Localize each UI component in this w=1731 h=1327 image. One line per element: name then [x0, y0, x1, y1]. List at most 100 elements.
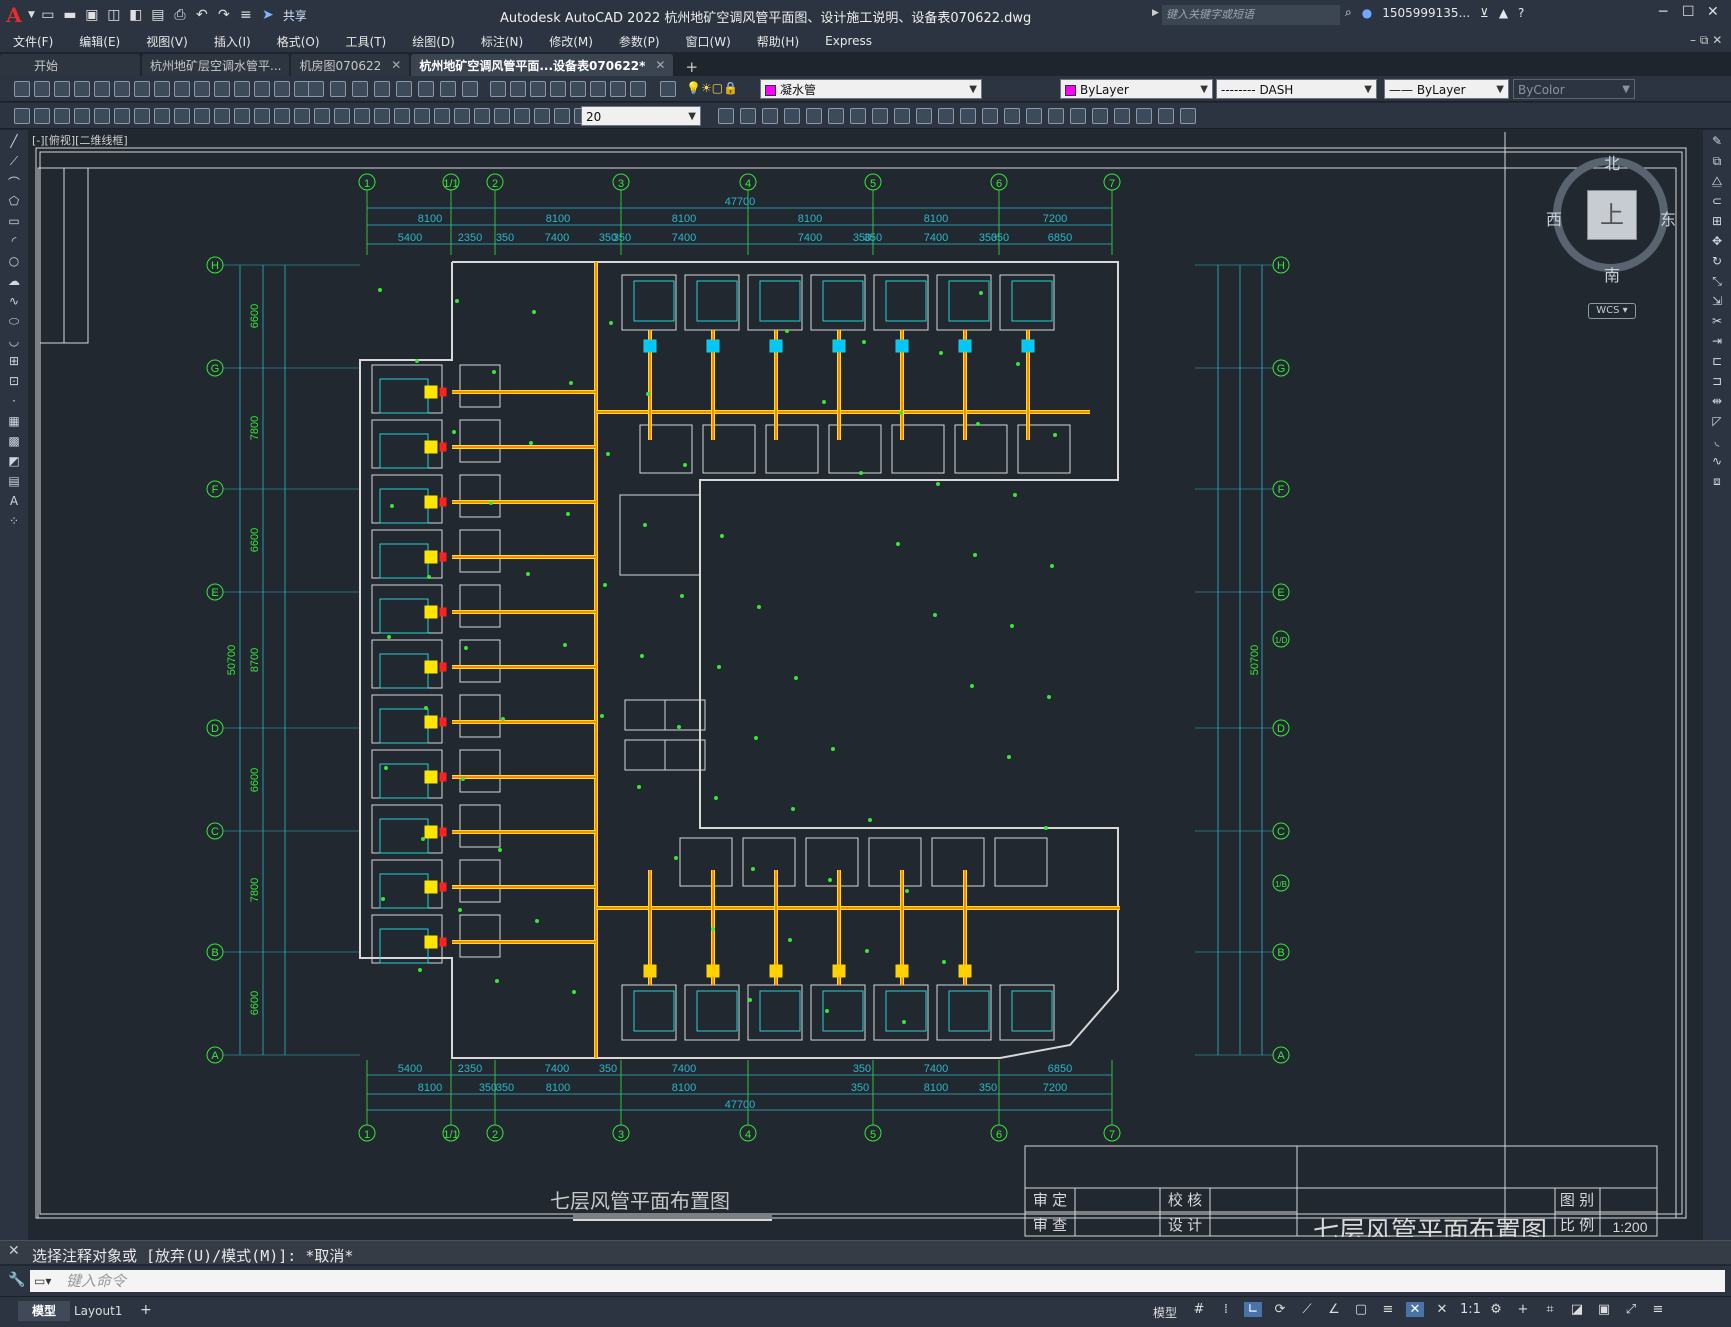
lineweight-dropdown[interactable]: —— ByLayer ▼: [1384, 79, 1509, 99]
line-icon[interactable]: ╱: [5, 134, 23, 150]
workspace-gear-icon[interactable]: ⚙: [1487, 1302, 1505, 1317]
dim-button-icon[interactable]: [554, 108, 570, 124]
standard-button-icon[interactable]: [610, 81, 626, 97]
drawing-svg[interactable]: 1 1 1/1 1/1 2 2 3 3 4 4 5 5 6 6 7 7 H H G G F F E E D D C C B B A A 1/D 1…: [28, 130, 1703, 1237]
dim-button-icon[interactable]: [850, 108, 866, 124]
cart-icon[interactable]: ⊻: [1480, 6, 1489, 20]
plotstyle-dropdown[interactable]: ByColor ▼: [1513, 79, 1635, 99]
osnap-icon[interactable]: ▢: [1352, 1302, 1370, 1317]
dim-button-icon[interactable]: [414, 108, 430, 124]
dim-button-icon[interactable]: [274, 108, 290, 124]
fillet-icon[interactable]: ◟: [1708, 434, 1726, 450]
break-icon[interactable]: ⊏: [1708, 354, 1726, 370]
ellipse-icon[interactable]: ⬭: [5, 314, 23, 330]
drawing-canvas[interactable]: 1 1 1/1 1/1 2 2 3 3 4 4 5 5 6 6 7 7 H H G G F F E E D D C C B B A A 1/D 1…: [28, 130, 1703, 1237]
standard-button-icon[interactable]: [274, 81, 290, 97]
expand-arrow-icon[interactable]: ▶: [1152, 8, 1159, 18]
dim-button-icon[interactable]: [718, 108, 734, 124]
insert-block-icon[interactable]: ⊞: [5, 354, 23, 370]
rectangle-icon[interactable]: ▭: [5, 214, 23, 230]
app-menu-arrow-icon[interactable]: ▼: [28, 10, 35, 20]
dim-button-icon[interactable]: [534, 108, 550, 124]
viewcube-west[interactable]: 西: [1546, 206, 1562, 230]
offset-icon[interactable]: ⊂: [1708, 194, 1726, 210]
standard-button-icon[interactable]: [590, 81, 606, 97]
standard-button-icon[interactable]: [352, 81, 368, 97]
move-icon[interactable]: ✥: [1708, 234, 1726, 250]
model-space-button[interactable]: 模型: [1153, 1304, 1177, 1321]
standard-button-icon[interactable]: [134, 81, 150, 97]
otrack-icon[interactable]: ∠: [1325, 1302, 1343, 1317]
dim-button-icon[interactable]: [894, 108, 910, 124]
dim-button-icon[interactable]: [434, 108, 450, 124]
dim-button-icon[interactable]: [806, 108, 822, 124]
standard-button-icon[interactable]: [330, 81, 346, 97]
dim-button-icon[interactable]: [94, 108, 110, 124]
viewcube-top-face[interactable]: 上: [1587, 190, 1637, 240]
autodesk-app-icon[interactable]: ▲: [1499, 6, 1508, 20]
table-icon[interactable]: ▤: [5, 474, 23, 490]
command-input[interactable]: 键入命令: [30, 1270, 1725, 1292]
ortho-icon[interactable]: ∟: [1244, 1302, 1262, 1317]
new-tab-icon[interactable]: +: [675, 58, 708, 76]
isodraft-icon[interactable]: ⟋: [1298, 1302, 1316, 1317]
standard-button-icon[interactable]: [530, 81, 546, 97]
dim-button-icon[interactable]: [14, 108, 30, 124]
dim-button-icon[interactable]: [294, 108, 310, 124]
viewcube-north[interactable]: 北: [1604, 150, 1620, 174]
point-icon[interactable]: ·: [5, 394, 23, 410]
fullscreen-icon[interactable]: ⤢: [1622, 1302, 1640, 1317]
menu-draw[interactable]: 绘图(D): [399, 33, 468, 50]
polyline-icon[interactable]: ⌒: [5, 174, 23, 190]
standard-button-icon[interactable]: [660, 81, 676, 97]
construction-line-icon[interactable]: ⟋: [5, 154, 23, 170]
customize-status-icon[interactable]: ≡: [1649, 1302, 1667, 1317]
viewcube-east[interactable]: 东: [1660, 206, 1676, 230]
search-input[interactable]: 键入关键字或短语: [1162, 5, 1340, 25]
erase-icon[interactable]: ✎: [1708, 134, 1726, 150]
dim-button-icon[interactable]: [916, 108, 932, 124]
chamfer-icon[interactable]: ◸: [1708, 414, 1726, 430]
save-icon[interactable]: ▣: [83, 6, 101, 24]
join-icon[interactable]: ⇹: [1708, 394, 1726, 410]
isolate-icon[interactable]: ◪: [1568, 1302, 1586, 1317]
standard-button-icon[interactable]: [14, 81, 30, 97]
standard-button-icon[interactable]: [374, 81, 390, 97]
linetype-dropdown[interactable]: -------- DASH ▼: [1216, 79, 1377, 99]
user-icon[interactable]: ●: [1362, 6, 1372, 20]
dim-button-icon[interactable]: [214, 108, 230, 124]
layer-dropdown[interactable]: 凝水管 ▼: [760, 79, 982, 99]
dim-button-icon[interactable]: [254, 108, 270, 124]
standard-button-icon[interactable]: [254, 81, 270, 97]
dim-button-icon[interactable]: [982, 108, 998, 124]
dim-button-icon[interactable]: [374, 108, 390, 124]
dim-button-icon[interactable]: [34, 108, 50, 124]
extend-icon[interactable]: ⇥: [1708, 334, 1726, 350]
stretch-icon[interactable]: ⇲: [1708, 294, 1726, 310]
open-icon[interactable]: ▬: [61, 6, 79, 24]
standard-button-icon[interactable]: [418, 81, 434, 97]
add-selected-icon[interactable]: ⁘: [5, 514, 23, 530]
search-icon[interactable]: ⌕: [1345, 5, 1352, 20]
print-icon[interactable]: ⎙: [171, 6, 189, 24]
tab-close-icon[interactable]: ✕: [655, 58, 665, 72]
dim-button-icon[interactable]: [354, 108, 370, 124]
dim-button-icon[interactable]: [114, 108, 130, 124]
web-icon[interactable]: ◧: [127, 6, 145, 24]
dim-button-icon[interactable]: [1158, 108, 1174, 124]
minimize-icon[interactable]: ─: [1659, 4, 1667, 20]
array-icon[interactable]: ⊞: [1708, 214, 1726, 230]
share-icon[interactable]: ➤: [259, 6, 277, 24]
polar-icon[interactable]: ⟳: [1271, 1302, 1289, 1317]
standard-button-icon[interactable]: [462, 81, 478, 97]
dim-button-icon[interactable]: [514, 108, 530, 124]
standard-button-icon[interactable]: [396, 81, 412, 97]
menu-view[interactable]: 视图(V): [133, 33, 201, 50]
standard-button-icon[interactable]: [114, 81, 130, 97]
dim-button-icon[interactable]: [1092, 108, 1108, 124]
dim-button-icon[interactable]: [1114, 108, 1130, 124]
standard-button-icon[interactable]: [174, 81, 190, 97]
units-icon[interactable]: ⌗: [1541, 1302, 1559, 1317]
snap-icon[interactable]: ⁞: [1217, 1302, 1235, 1317]
redo-icon[interactable]: ↷: [215, 6, 233, 24]
